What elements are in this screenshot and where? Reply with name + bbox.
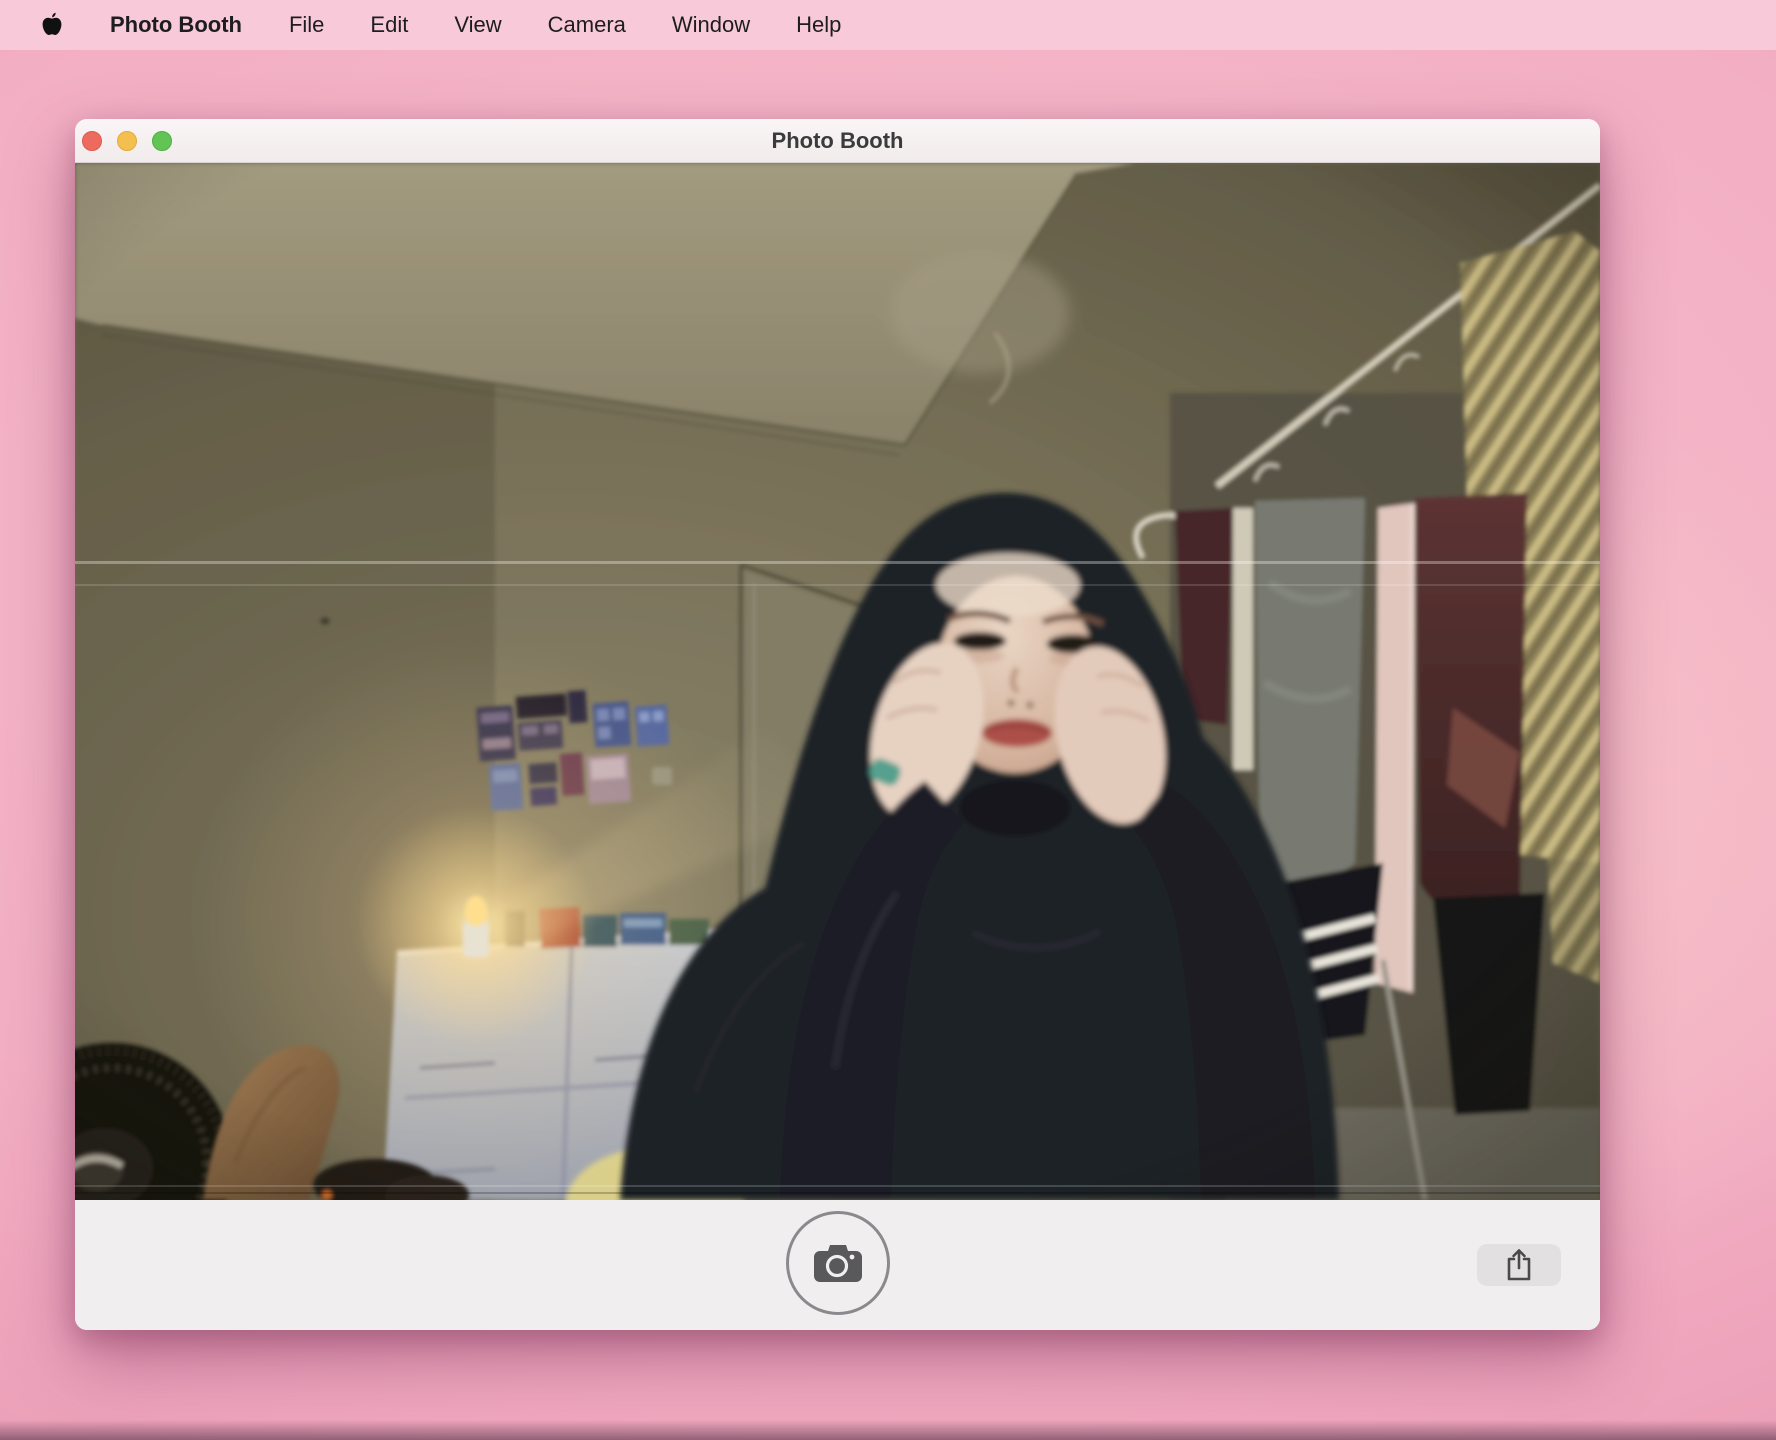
photo-booth-window: Photo Booth — [75, 119, 1600, 1330]
vignette — [75, 163, 1600, 1200]
take-photo-button[interactable] — [786, 1211, 890, 1315]
menu-item-photo-booth[interactable]: Photo Booth — [86, 12, 266, 38]
capture-toolbar — [75, 1200, 1600, 1330]
apple-menu[interactable] — [40, 12, 64, 38]
window-titlebar[interactable]: Photo Booth — [75, 119, 1600, 163]
menu-item-window[interactable]: Window — [649, 12, 773, 38]
menu-item-file[interactable]: File — [266, 12, 347, 38]
menu-item-view[interactable]: View — [431, 12, 524, 38]
webcam-preview — [75, 163, 1600, 1200]
menu-item-edit[interactable]: Edit — [347, 12, 431, 38]
minimize-button[interactable] — [117, 131, 137, 151]
close-button[interactable] — [82, 131, 102, 151]
window-controls — [82, 131, 172, 151]
menu-item-camera[interactable]: Camera — [525, 12, 649, 38]
camera-icon — [812, 1242, 864, 1284]
window-title: Photo Booth — [772, 128, 904, 154]
share-button[interactable] — [1477, 1244, 1561, 1286]
menu-item-help[interactable]: Help — [773, 12, 864, 38]
desktop: Photo Booth File Edit View Camera Window… — [0, 0, 1776, 1440]
zoom-button[interactable] — [152, 131, 172, 151]
share-icon — [1504, 1248, 1534, 1282]
menu-bar: Photo Booth File Edit View Camera Window… — [0, 0, 1776, 50]
apple-icon — [40, 12, 64, 38]
